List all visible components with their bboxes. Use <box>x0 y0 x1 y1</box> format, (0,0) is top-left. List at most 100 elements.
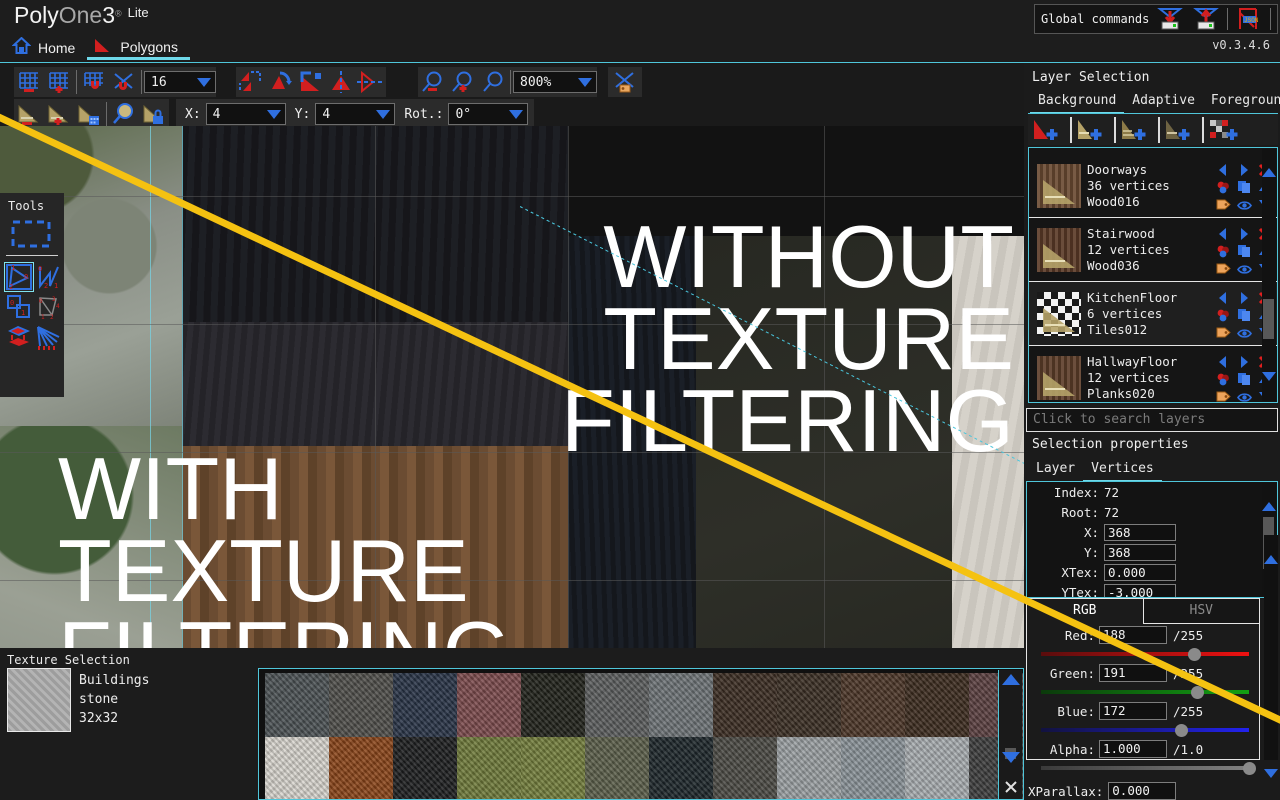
layer-list-scroll-thumb[interactable] <box>1263 299 1274 339</box>
polyline-tool-icon[interactable]: 0 21 <box>35 263 63 291</box>
vertex-x-input[interactable]: 368 <box>1104 523 1176 541</box>
layer-row[interactable]: KitchenFloor 6 vertices Tiles012 <box>1029 282 1277 346</box>
add-tiled-layer-icon[interactable] <box>1204 116 1246 144</box>
grid-size-select[interactable]: 16 <box>144 71 216 93</box>
polygon-add-icon[interactable] <box>44 100 74 128</box>
palette-tile[interactable] <box>841 737 905 799</box>
quad-split-tool-icon[interactable]: 01 <box>5 293 33 321</box>
color-channel-slider[interactable] <box>1041 722 1249 738</box>
add-stone-polygon-icon[interactable] <box>1160 116 1202 144</box>
texture-palette[interactable] <box>258 668 1024 800</box>
flip-vertical-icon[interactable] <box>326 68 356 96</box>
duplicate-layer-icon[interactable] <box>1237 371 1251 385</box>
palette-tile[interactable] <box>905 737 969 799</box>
nav-tab-polygons[interactable]: Polygons <box>87 36 190 60</box>
color-layer-icon[interactable] <box>1216 307 1230 321</box>
palette-tile[interactable] <box>265 673 329 737</box>
duplicate-layer-icon[interactable] <box>1237 179 1251 193</box>
scroll-up-icon[interactable] <box>1262 149 1276 177</box>
visibility-icon[interactable] <box>1237 260 1252 274</box>
palette-tile[interactable] <box>585 673 649 737</box>
palette-tile[interactable] <box>265 737 329 799</box>
polygon-compute-icon[interactable] <box>74 100 104 128</box>
tab-vertices[interactable]: Vertices <box>1083 459 1162 483</box>
add-brick-polygon-icon[interactable] <box>1116 116 1158 144</box>
tag-layer-icon[interactable] <box>1216 196 1231 210</box>
marquee-select-icon[interactable] <box>9 218 53 250</box>
tab-rgb[interactable]: RGB <box>1027 599 1144 624</box>
nav-tab-home[interactable]: Home <box>6 36 87 60</box>
layer-row[interactable]: Stairwood 12 vertices Wood036 <box>1029 218 1277 282</box>
move-right-icon[interactable] <box>1237 354 1251 368</box>
palette-close-icon[interactable] <box>1003 779 1019 799</box>
x-field-select[interactable]: 4 <box>205 103 286 125</box>
palette-tile[interactable] <box>585 737 649 799</box>
color-layer-icon[interactable] <box>1216 179 1230 193</box>
visibility-icon[interactable] <box>1237 196 1252 210</box>
tab-hsv[interactable]: HSV <box>1143 599 1259 624</box>
tag-layer-icon[interactable] <box>1216 388 1231 402</box>
zoom-level-select[interactable]: 800% <box>513 71 597 93</box>
color-layer-icon[interactable] <box>1216 243 1230 257</box>
color-channel-input[interactable]: 188 <box>1099 626 1167 644</box>
scroll-up-icon[interactable] <box>1262 483 1276 511</box>
add-plain-polygon-icon[interactable] <box>1028 116 1070 144</box>
vertex-y-input[interactable]: 368 <box>1104 543 1176 561</box>
scroll-up-icon[interactable] <box>1264 536 1278 564</box>
polygon-canvas[interactable]: Without Texture Filtering With Texture F… <box>0 126 1024 648</box>
move-right-icon[interactable] <box>1237 162 1251 176</box>
palette-tile[interactable] <box>329 673 393 737</box>
layer-list[interactable]: Doorways 36 vertices Wood016 Stairwood 12 ve… <box>1028 147 1278 403</box>
rotation-field-select[interactable]: 0° <box>448 103 529 125</box>
color-channel-input[interactable]: 191 <box>1099 664 1167 682</box>
grid-snap-off-icon[interactable] <box>109 68 139 96</box>
visibility-icon[interactable] <box>1237 324 1252 338</box>
move-right-icon[interactable] <box>1237 226 1251 240</box>
slider-knob[interactable] <box>1243 762 1256 775</box>
move-left-icon[interactable] <box>1216 162 1230 176</box>
xparallax-input[interactable]: 0.000 <box>1108 782 1177 800</box>
palette-tile[interactable] <box>713 737 777 799</box>
add-textured-polygon-icon[interactable] <box>1072 116 1114 144</box>
vertex-ytex-input[interactable]: -3.000 <box>1104 583 1176 597</box>
layer-row[interactable]: HallwayFloor 12 vertices Planks020 <box>1029 346 1277 402</box>
export-json-icon[interactable]: JSON <box>1234 5 1264 33</box>
rotate-polygon-icon[interactable] <box>266 68 296 96</box>
move-left-icon[interactable] <box>1216 226 1230 240</box>
grid-remove-icon[interactable] <box>14 68 44 96</box>
tag-layer-icon[interactable] <box>1216 324 1231 338</box>
tab-foreground[interactable]: Foreground <box>1203 91 1280 115</box>
palette-tile[interactable] <box>457 737 521 799</box>
duplicate-layer-icon[interactable] <box>1237 243 1251 257</box>
tab-layer[interactable]: Layer <box>1028 459 1083 483</box>
polygon-lock-icon[interactable] <box>139 100 169 128</box>
grid-add-icon[interactable] <box>44 68 74 96</box>
tag-layer-icon[interactable] <box>1216 260 1231 274</box>
scroll-up-icon[interactable] <box>999 670 1022 685</box>
slider-knob[interactable] <box>1175 724 1189 737</box>
flip-horizontal-icon[interactable] <box>356 68 386 96</box>
grid-magnet-icon[interactable] <box>79 68 109 96</box>
color-channel-input[interactable]: 1.000 <box>1099 740 1167 758</box>
palette-scrollbar[interactable] <box>998 670 1022 799</box>
visibility-icon[interactable] <box>1237 388 1252 402</box>
load-project-icon[interactable] <box>1155 5 1185 33</box>
scroll-down-icon[interactable] <box>1262 372 1276 400</box>
polygon-inspect-icon[interactable] <box>109 100 139 128</box>
palette-tile[interactable] <box>521 737 585 799</box>
palette-tile[interactable] <box>393 673 457 737</box>
tab-background[interactable]: Background <box>1030 91 1125 115</box>
color-channel-slider[interactable] <box>1041 760 1256 776</box>
palette-tile[interactable] <box>649 737 713 799</box>
move-left-icon[interactable] <box>1216 290 1230 304</box>
zoom-out-icon[interactable] <box>418 68 448 96</box>
palette-tile[interactable] <box>393 737 457 799</box>
palette-tile[interactable] <box>777 737 841 799</box>
sidebar-scrollbar[interactable] <box>1264 535 1278 760</box>
move-polygon-icon[interactable] <box>236 68 266 96</box>
layer-row[interactable]: Doorways 36 vertices Wood016 <box>1029 154 1277 218</box>
polygon-remove-icon[interactable] <box>14 100 44 128</box>
vertex-xtex-input[interactable]: 0.000 <box>1104 563 1176 581</box>
palette-tile[interactable] <box>521 673 585 737</box>
texture-filter-icon[interactable] <box>610 68 640 96</box>
